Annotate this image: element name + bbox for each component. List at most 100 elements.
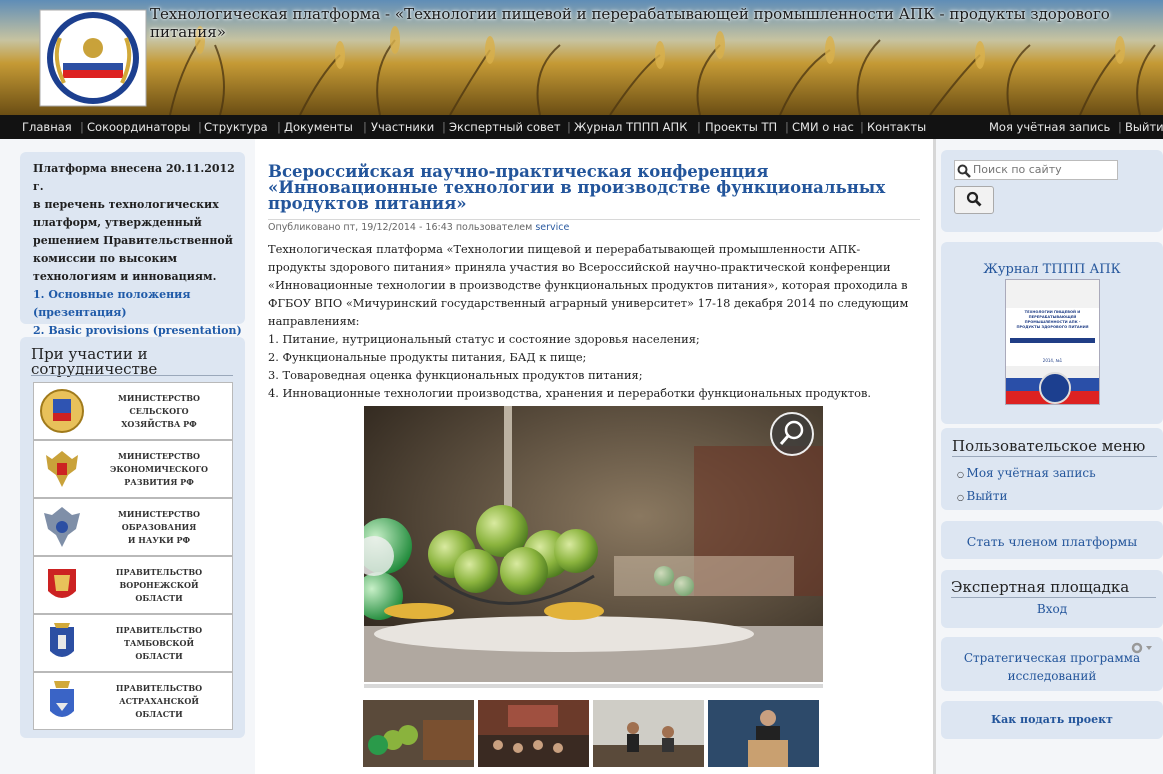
article-paragraph: Технологическая платформа «Технологии пи… xyxy=(268,240,928,330)
author-link[interactable]: service xyxy=(535,222,569,233)
zoom-icon[interactable] xyxy=(770,412,814,456)
partner-astrakhan-government[interactable]: ПРАВИТЕЛЬСТВО АСТРАХАНСКОЙ ОБЛАСТИ xyxy=(33,672,233,730)
site-title[interactable]: Технологическая платформа - «Технологии … xyxy=(150,5,1150,41)
platform-info-block: Платформа внесена 20.11.2012 г. в перече… xyxy=(20,152,245,337)
paragraph-line: «Инновационные технологии в производстве… xyxy=(268,278,908,292)
link-line: 1. Основные положения xyxy=(33,288,191,301)
partner-line: ПРАВИТЕЛЬСТВО xyxy=(115,566,203,577)
title-divider xyxy=(268,219,920,220)
partner-line: МИНИСТЕРСТВО xyxy=(117,450,200,461)
nav-item-structure[interactable]: Структура xyxy=(204,120,268,134)
partner-line: АСТРАХАНСКОЙ xyxy=(119,695,199,706)
nav-logout[interactable]: Выйти xyxy=(1125,120,1163,134)
publish-info: Опубликовано пт, 19/12/2014 - 16:43 поль… xyxy=(268,222,533,233)
search-icon xyxy=(966,191,982,206)
nav-item-home[interactable]: Главная xyxy=(22,120,72,134)
partner-voronezh-government[interactable]: ПРАВИТЕЛЬСТВО ВОРОНЕЖСКОЙ ОБЛАСТИ xyxy=(33,556,233,614)
link-line: исследований xyxy=(1007,669,1097,683)
link-line: Стратегическая программа xyxy=(963,651,1141,665)
partner-line: ОБРАЗОВАНИЯ xyxy=(121,521,197,532)
gallery-thumbnail[interactable] xyxy=(708,700,819,767)
partner-line: МИНИСТЕРСТВО xyxy=(117,508,200,519)
conference-photo[interactable] xyxy=(364,406,823,682)
nav-item-expert-council[interactable]: Экспертный совет xyxy=(449,120,561,134)
agriculture-emblem-icon xyxy=(40,389,84,433)
expert-title: Экспертная площадка xyxy=(951,578,1130,596)
partner-education-ministry[interactable]: МИНИСТЕРСТВО ОБРАЗОВАНИЯ И НАУКИ РФ xyxy=(33,498,233,556)
platform-info-text: Платформа внесена 20.11.2012 г. в перече… xyxy=(33,160,245,286)
nav-separator: | xyxy=(80,120,84,134)
nav-item-contacts[interactable]: Контакты xyxy=(867,120,926,134)
nav-separator: | xyxy=(697,120,701,134)
nav-item-media[interactable]: СМИ о нас xyxy=(792,120,854,134)
expert-login-link[interactable]: Вход xyxy=(941,602,1163,616)
nav-separator: | xyxy=(198,120,202,134)
search-input[interactable] xyxy=(954,160,1118,180)
become-member-link[interactable]: Стать членом платформы xyxy=(941,534,1163,549)
gallery-thumbnail[interactable] xyxy=(363,700,474,767)
main-nav: Главная | Сокоординаторы | Структура | Д… xyxy=(0,115,1163,139)
partner-line: ВОРОНЕЖСКОЙ xyxy=(119,579,199,590)
intro-line: Платформа внесена 20.11.2012 г. xyxy=(33,162,235,193)
bullet-icon: ○ xyxy=(957,493,967,502)
paragraph-line: Технологическая платформа «Технологии пи… xyxy=(268,242,861,256)
user-menu-logout[interactable]: Выйти xyxy=(967,489,1008,503)
nav-item-participants[interactable]: Участники xyxy=(371,120,434,134)
direction-item: 3. Товароведная оценка функциональных пр… xyxy=(268,368,643,382)
header-banner: Технологическая платформа - «Технологии … xyxy=(0,0,1163,115)
nav-item-journal[interactable]: Журнал ТППП АПК xyxy=(574,120,687,134)
nav-separator: | xyxy=(442,120,446,134)
nav-separator: | xyxy=(277,120,281,134)
user-menu: ○ Моя учётная запись ○ Выйти xyxy=(957,462,1096,508)
cover-line: ПРОДУКТЫ ЗДОРОВОГО ПИТАНИЯ xyxy=(1016,325,1089,329)
partner-line: ОБЛАСТИ xyxy=(135,650,183,661)
article-body: Технологическая платформа «Технологии пи… xyxy=(268,240,928,402)
double-eagle-emblem-icon xyxy=(46,451,78,487)
site-logo[interactable] xyxy=(38,8,148,108)
intro-line: комиссии по высоким xyxy=(33,252,178,265)
cover-line: ПЕРЕРАБАТЫВАЮЩЕЙ xyxy=(1028,315,1077,319)
gallery-divider xyxy=(364,684,823,688)
article-title[interactable]: Всероссийская научно-практическая конфер… xyxy=(268,163,920,212)
journal-cover[interactable]: ТЕХНОЛОГИИ ПИЩЕВОЙ И ПЕРЕРАБАТЫВАЮЩЕЙ ПР… xyxy=(1005,279,1100,405)
search-button[interactable] xyxy=(954,186,994,214)
bullet-icon: ○ xyxy=(957,470,967,479)
direction-item: 1. Питание, нутрициональный статус и сос… xyxy=(268,332,700,346)
partner-tambov-government[interactable]: ПРАВИТЕЛЬСТВО ТАМБОВСКОЙ ОБЛАСТИ xyxy=(33,614,233,672)
user-menu-my-account[interactable]: Моя учётная запись xyxy=(967,466,1096,480)
cover-line: ТЕХНОЛОГИИ ПИЩЕВОЙ И xyxy=(1024,310,1081,314)
nav-item-cocoordinators[interactable]: Сокоординаторы xyxy=(87,120,191,134)
partner-agriculture-ministry[interactable]: МИНИСТЕРСТВО СЕЛЬСКОГО ХОЗЯЙСТВА РФ xyxy=(33,382,233,440)
journal-link[interactable]: Журнал ТППП АПК xyxy=(941,262,1163,277)
direction-item: 4. Инновационные технологии производства… xyxy=(268,386,872,400)
intro-line: технологиям и инновациям. xyxy=(33,270,217,283)
gallery-thumbnail[interactable] xyxy=(478,700,589,767)
basic-provisions-ru-link[interactable]: 1. Основные положения (презентация) xyxy=(33,286,245,322)
tambov-coat-of-arms-icon xyxy=(50,623,74,657)
partner-line: ОБЛАСТИ xyxy=(135,592,183,603)
partner-line: ПРАВИТЕЛЬСТВО xyxy=(115,682,203,693)
strategic-program-link[interactable]: Стратегическая программа исследований xyxy=(941,649,1163,685)
nav-separator: | xyxy=(1118,120,1122,134)
divider xyxy=(951,597,1156,598)
submit-project-link[interactable]: Как подать проект xyxy=(941,713,1163,726)
intro-line: решением Правительственной xyxy=(33,234,233,247)
journal-cover-title: ТЕХНОЛОГИИ ПИЩЕВОЙ И ПЕРЕРАБАТЫВАЮЩЕЙ ПР… xyxy=(1008,310,1097,330)
cover-line: ПРОМЫШЛЕННОСТИ АПК - xyxy=(1024,320,1081,324)
direction-item: 2. Функциональные продукты питания, БАД … xyxy=(268,350,587,364)
journal-issue: 2014, №1 xyxy=(1042,358,1063,363)
gallery-thumbnail[interactable] xyxy=(593,700,704,767)
nav-item-projects[interactable]: Проекты ТП xyxy=(705,120,777,134)
partner-economic-ministry[interactable]: МИНИСТЕРСТВО ЭКОНОМИЧЕСКОГО РАЗВИТИЯ РФ xyxy=(33,440,233,498)
nav-my-account[interactable]: Моя учётная запись xyxy=(989,120,1110,134)
apples-basket-image xyxy=(364,406,823,682)
user-menu-item: ○ Моя учётная запись xyxy=(957,462,1096,485)
astrakhan-coat-of-arms-icon xyxy=(50,681,74,717)
user-menu-item: ○ Выйти xyxy=(957,485,1096,508)
partner-line: И НАУКИ РФ xyxy=(127,534,191,545)
divider xyxy=(952,456,1157,457)
user-menu-title: Пользовательское меню xyxy=(952,437,1146,455)
intro-line: в перечень технологических xyxy=(33,198,219,211)
nav-item-documents[interactable]: Документы xyxy=(284,120,353,134)
paragraph-line: продукты здорового питания» приняла учас… xyxy=(268,260,891,274)
